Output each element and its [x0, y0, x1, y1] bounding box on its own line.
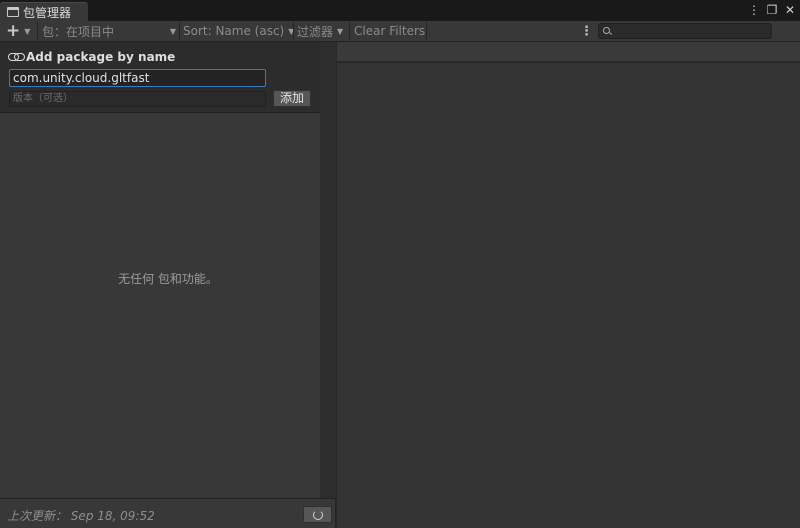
package-name-field[interactable]: com.unity.cloud.gltfast [9, 69, 266, 87]
chevron-down-icon: ▼ [169, 26, 176, 36]
package-icon [7, 7, 19, 17]
refresh-icon [312, 509, 323, 520]
scope-dropdown[interactable]: 包：在项目中 ▼ [42, 21, 176, 41]
tab-title: 包管理器 [23, 5, 72, 20]
version-field[interactable]: 版本（可选） [9, 91, 266, 107]
toolbar-divider [179, 22, 180, 40]
toolbar-divider [37, 22, 38, 40]
add-button[interactable]: 添加 [273, 90, 311, 107]
toolbar: + ▼ 包：在项目中 ▼ Sort: Name (asc) ▼ 过滤器 ▼ Cl… [0, 21, 800, 42]
details-header [337, 42, 800, 62]
chevron-down-icon: ▼ [337, 26, 344, 36]
add-package-menu-button[interactable]: + ▼ [6, 21, 30, 41]
toolbar-more-icon[interactable]: ⋮ [580, 21, 593, 41]
filters-label: 过滤器 [297, 24, 334, 39]
window-controls: ⋮ ❐ ✕ [748, 2, 796, 19]
toolbar-divider [293, 22, 294, 40]
package-details-pane [337, 63, 800, 528]
empty-list-message: 无任何 包和功能。 [118, 272, 218, 286]
package-manager-tab[interactable]: 包管理器 [0, 2, 88, 21]
filters-dropdown[interactable]: 过滤器 ▼ [297, 21, 343, 41]
link-icon [8, 53, 25, 61]
close-icon[interactable]: ✕ [784, 2, 796, 19]
sort-label: Sort: Name (asc) [183, 24, 285, 38]
popup-title-text: Add package by name [26, 50, 176, 64]
sort-dropdown[interactable]: Sort: Name (asc) ▼ [183, 21, 294, 41]
scope-label: 包：在项目中 [42, 24, 115, 39]
refresh-button[interactable] [303, 506, 332, 523]
toolbar-divider [426, 22, 427, 40]
window-tab-bar: 包管理器 ⋮ ❐ ✕ [0, 0, 800, 21]
plus-icon: + [6, 21, 21, 41]
maximize-icon[interactable]: ❐ [766, 2, 778, 19]
more-options-icon[interactable]: ⋮ [748, 2, 760, 19]
chevron-down-icon: ▼ [24, 26, 31, 36]
status-footer: 上次更新： Sep 18, 09:52 [0, 498, 336, 528]
popup-title: Add package by name [8, 50, 175, 64]
add-package-by-name-popup: Add package by name com.unity.cloud.gltf… [0, 42, 320, 113]
search-input[interactable] [598, 23, 772, 39]
search-icon [603, 27, 610, 34]
last-update-text: 上次更新： Sep 18, 09:52 [7, 509, 155, 523]
toolbar-divider [349, 22, 350, 40]
clear-filters-button[interactable]: Clear Filters [354, 21, 425, 41]
